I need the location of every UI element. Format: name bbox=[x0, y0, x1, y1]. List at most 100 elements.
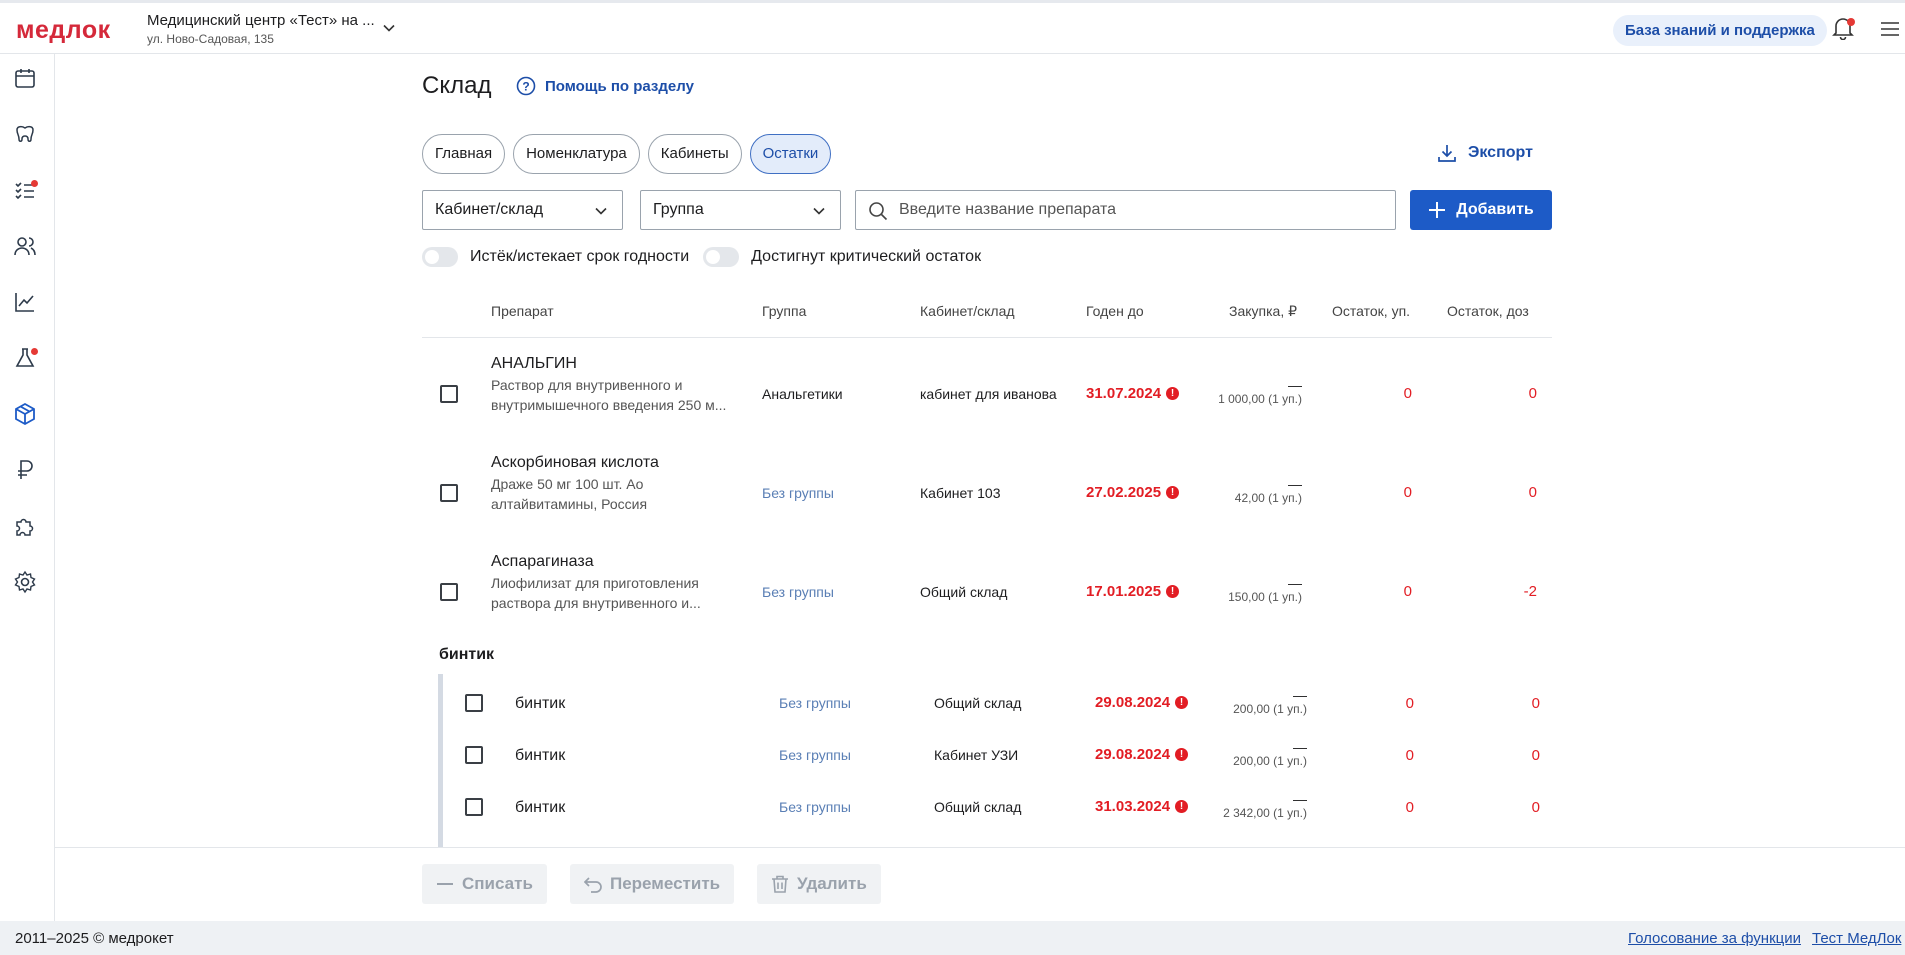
table-row[interactable]: бинтик Без группы Общий склад 29.08.2024… bbox=[422, 678, 1552, 730]
row-checkbox[interactable] bbox=[440, 385, 458, 403]
col-purchase[interactable]: Закупка, ₽ bbox=[1229, 303, 1297, 320]
row-checkbox[interactable] bbox=[440, 583, 458, 601]
stock-doses-cell: 0 bbox=[1531, 799, 1540, 816]
expired-toggle[interactable] bbox=[422, 247, 458, 267]
col-stock-doses[interactable]: Остаток, доз bbox=[1447, 303, 1529, 319]
expiry-cell: 31.03.2024! bbox=[1095, 798, 1189, 815]
page-footer: 2011–2025 © медрокет Голосование за функ… bbox=[0, 921, 1905, 955]
tab-main[interactable]: Главная bbox=[422, 134, 506, 174]
search-input[interactable] bbox=[899, 191, 1389, 229]
table-header: Препарат Группа Кабинет/склад Годен до З… bbox=[422, 284, 1552, 338]
move-button[interactable]: Переместить bbox=[570, 864, 735, 904]
export-button[interactable]: Экспорт bbox=[1438, 144, 1533, 162]
table-row[interactable]: бинтик Без группы Кабинет УЗИ 29.08.2024… bbox=[422, 730, 1552, 782]
puzzle-icon[interactable] bbox=[13, 514, 41, 542]
delete-button[interactable]: Удалить bbox=[757, 864, 881, 904]
sidebar bbox=[0, 54, 55, 949]
stock-doses-cell: 0 bbox=[1531, 747, 1540, 764]
warning-icon: ! bbox=[1166, 585, 1180, 598]
room-cell: Кабинет УЗИ bbox=[934, 747, 1019, 763]
chevron-down-icon bbox=[595, 207, 607, 215]
purchase-cell: —42,00 (1 уп.) bbox=[1234, 476, 1302, 505]
page-title: Склад bbox=[422, 72, 492, 99]
tabs: Главная Номенклатура Кабинеты Остатки bbox=[422, 134, 839, 174]
drug-cell: Аскорбиновая кислота Драже 50 мг 100 шт.… bbox=[491, 454, 747, 514]
search-field[interactable] bbox=[855, 190, 1396, 230]
knowledge-base-button[interactable]: База знаний и поддержка bbox=[1613, 15, 1827, 46]
ruble-icon[interactable] bbox=[13, 458, 41, 486]
stock-packs-cell: 0 bbox=[1405, 747, 1414, 764]
row-checkbox[interactable] bbox=[465, 798, 483, 816]
drug-name: бинтик bbox=[515, 747, 566, 764]
drug-description: Лиофилизат для приготовления раствора для… bbox=[491, 575, 701, 611]
writeoff-label: Списать bbox=[462, 874, 533, 893]
critical-toggle[interactable] bbox=[703, 247, 740, 267]
table-row[interactable]: АНАЛЬГИН Раствор для внутривенного и внут… bbox=[422, 344, 1552, 443]
expiry-cell: 29.08.2024! bbox=[1095, 694, 1189, 711]
clinic-name: Медицинский центр «Тест» на ... bbox=[147, 12, 375, 29]
expiry-cell: 29.08.2024! bbox=[1095, 746, 1189, 763]
drug-description: Драже 50 мг 100 шт. Ао алтайвитамины, Рос… bbox=[491, 476, 648, 512]
table-row[interactable]: Аспарагиназа Лиофилизат для приготовлени… bbox=[422, 542, 1552, 641]
col-group[interactable]: Группа bbox=[762, 303, 806, 319]
drug-name: Аспарагиназа bbox=[491, 553, 594, 570]
tab-nomenclature[interactable]: Номенклатура bbox=[513, 134, 640, 174]
gear-icon[interactable] bbox=[13, 570, 41, 598]
calendar-icon[interactable] bbox=[13, 66, 41, 94]
tab-stock[interactable]: Остатки bbox=[749, 134, 832, 174]
row-checkbox[interactable] bbox=[440, 484, 458, 502]
table-row[interactable]: Аскорбиновая кислота Драже 50 мг 100 шт.… bbox=[422, 443, 1552, 542]
group-title[interactable]: бинтик bbox=[439, 646, 494, 664]
minus-icon bbox=[437, 883, 453, 885]
logo[interactable]: медлок bbox=[16, 16, 111, 45]
box-icon[interactable] bbox=[13, 402, 41, 430]
notification-dot bbox=[1847, 18, 1855, 26]
room-cell: Кабинет 103 bbox=[920, 485, 1001, 501]
col-drug[interactable]: Препарат bbox=[491, 303, 554, 319]
svg-text:?: ? bbox=[522, 80, 529, 94]
group-cell: Без группы bbox=[779, 747, 851, 763]
row-checkbox[interactable] bbox=[465, 694, 483, 712]
test-medlok-link[interactable]: Тест МедЛок bbox=[1812, 930, 1901, 947]
chevron-down-icon bbox=[813, 207, 825, 215]
users-icon[interactable] bbox=[13, 234, 41, 262]
add-button[interactable]: Добавить bbox=[1410, 190, 1552, 230]
export-label: Экспорт bbox=[1468, 144, 1533, 161]
writeoff-button[interactable]: Списать bbox=[422, 864, 547, 904]
drug-description: Раствор для внутривенного и внутримышечно… bbox=[491, 377, 727, 413]
group-cell: Без группы bbox=[762, 584, 834, 600]
warning-icon: ! bbox=[1166, 387, 1180, 400]
col-stock-packs[interactable]: Остаток, уп. bbox=[1332, 303, 1410, 319]
warning-icon: ! bbox=[1166, 486, 1180, 499]
col-expiry[interactable]: Годен до bbox=[1086, 303, 1144, 319]
drug-cell: Аспарагиназа Лиофилизат для приготовлени… bbox=[491, 553, 747, 613]
drug-cell: АНАЛЬГИН Раствор для внутривенного и внут… bbox=[491, 355, 747, 415]
chevron-down-icon[interactable] bbox=[382, 21, 396, 35]
stock-packs-cell: 0 bbox=[1403, 583, 1412, 600]
menu-icon[interactable] bbox=[1881, 21, 1899, 37]
purchase-cell: —1 000,00 (1 уп.) bbox=[1218, 377, 1302, 406]
group-select[interactable]: Группа bbox=[640, 190, 841, 230]
help-link-label: Помощь по разделу bbox=[545, 77, 694, 95]
stock-packs-cell: 0 bbox=[1403, 385, 1412, 402]
tab-rooms[interactable]: Кабинеты bbox=[647, 134, 742, 174]
help-link[interactable]: ? Помощь по разделу bbox=[516, 76, 694, 96]
group-cell: Без группы bbox=[779, 799, 851, 815]
drug-name: бинтик bbox=[515, 695, 566, 712]
expiry-cell: 31.07.2024! bbox=[1086, 385, 1180, 402]
purchase-cell: —200,00 (1 уп.) bbox=[1233, 687, 1307, 716]
vote-link[interactable]: Голосование за функции bbox=[1628, 930, 1801, 947]
tooth-icon[interactable] bbox=[13, 122, 41, 150]
help-icon: ? bbox=[516, 76, 536, 96]
stock-doses-cell: 0 bbox=[1528, 484, 1537, 501]
col-room[interactable]: Кабинет/склад bbox=[920, 303, 1015, 319]
group-cell: Без группы bbox=[779, 695, 851, 711]
stock-doses-cell: -2 bbox=[1523, 583, 1537, 600]
chart-icon[interactable] bbox=[13, 290, 41, 318]
top-bar: медлок Медицинский центр «Тест» на ... у… bbox=[0, 0, 1905, 54]
group-select-value: Группа bbox=[653, 201, 704, 218]
clinic-switcher[interactable]: Медицинский центр «Тест» на ... ул. Ново… bbox=[147, 12, 375, 46]
row-checkbox[interactable] bbox=[465, 746, 483, 764]
room-select[interactable]: Кабинет/склад bbox=[422, 190, 623, 230]
table-row[interactable]: бинтик Без группы Общий склад 31.03.2024… bbox=[422, 782, 1552, 834]
